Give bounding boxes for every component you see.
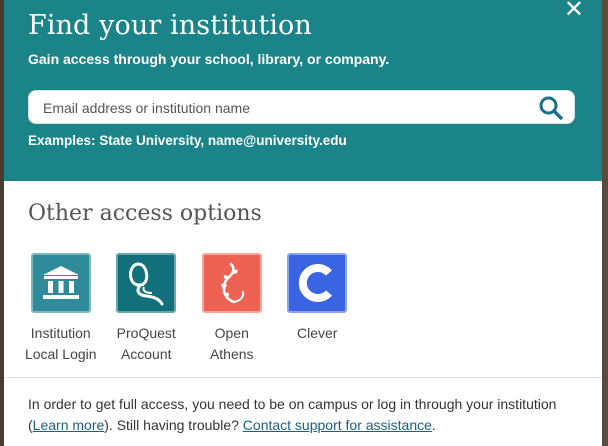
modal-header: ✕ Find your institution Gain access thro… xyxy=(4,0,602,181)
search-icon[interactable] xyxy=(538,95,564,121)
option-label: ProQuest Account xyxy=(116,325,176,362)
institution-modal: ✕ Find your institution Gain access thro… xyxy=(4,0,602,446)
option-label: Clever xyxy=(297,325,338,341)
option-institution-login[interactable]: Institution Local Login xyxy=(18,253,104,365)
footer-text: ). Still having trouble? xyxy=(104,417,243,433)
close-icon[interactable]: ✕ xyxy=(564,0,584,21)
option-clever[interactable]: Clever xyxy=(275,253,361,365)
institution-search-input[interactable] xyxy=(41,91,535,125)
footer-text: . xyxy=(431,417,436,433)
learn-more-link[interactable]: Learn more xyxy=(33,417,105,433)
contact-support-link[interactable]: Contact support for assistance xyxy=(243,417,432,433)
search-examples: Examples: State University, name@univers… xyxy=(28,133,347,148)
access-options: Institution Local Login ProQuest Account xyxy=(18,253,360,365)
openathens-icon xyxy=(201,253,262,313)
access-help-text: In order to get full access, you need to… xyxy=(28,394,588,436)
modal-title: Find your institution xyxy=(28,10,312,41)
modal-subtitle: Gain access through your school, library… xyxy=(28,51,390,67)
institution-icon xyxy=(30,253,91,313)
proquest-icon xyxy=(116,253,177,313)
option-label: Open Athens xyxy=(209,325,254,362)
option-proquest-account[interactable]: ProQuest Account xyxy=(104,253,190,365)
option-label: Institution Local Login xyxy=(24,325,97,362)
other-options-title: Other access options xyxy=(28,201,262,226)
divider xyxy=(4,377,602,378)
option-open-athens[interactable]: Open Athens xyxy=(189,253,275,365)
clever-icon xyxy=(287,253,348,313)
institution-search xyxy=(28,90,575,125)
